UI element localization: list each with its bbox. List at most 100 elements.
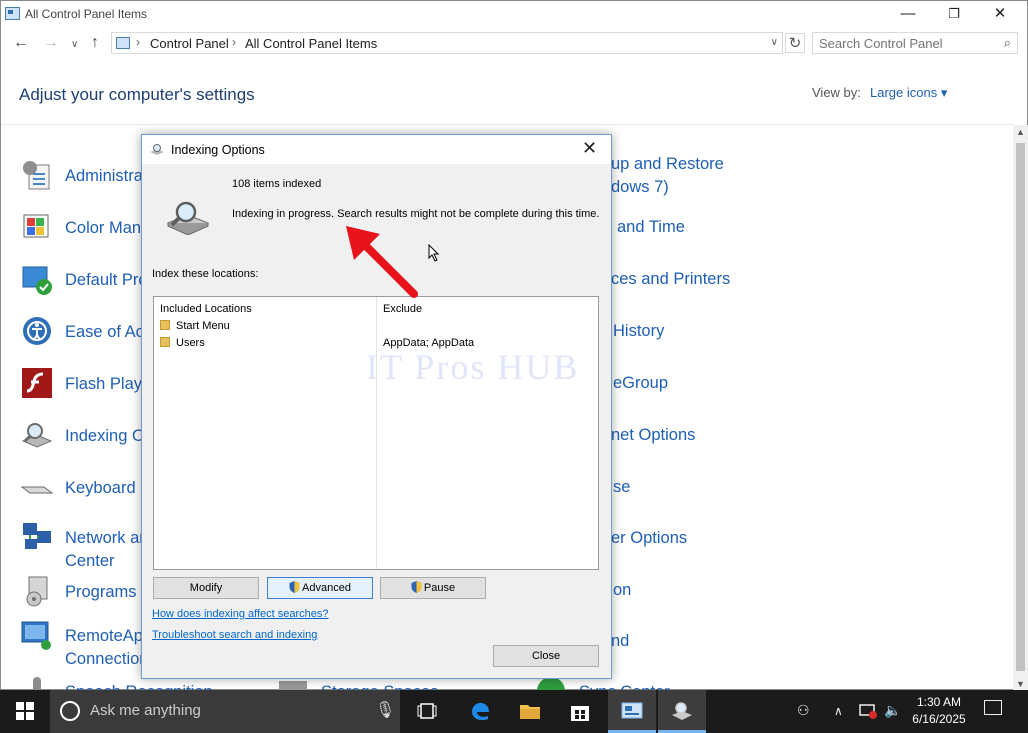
microphone-icon xyxy=(33,677,41,691)
close-icon[interactable]: ✕ xyxy=(582,138,597,159)
edge-icon xyxy=(472,702,489,721)
search-input[interactable] xyxy=(819,35,989,51)
cortana-icon[interactable] xyxy=(60,701,80,721)
address-bar[interactable]: › Control Panel › All Control Panel Item… xyxy=(111,32,783,54)
item-label[interactable]: Flash Playe xyxy=(65,373,151,396)
advanced-button[interactable]: Advanced xyxy=(267,577,373,599)
dialog-title: Indexing Options xyxy=(171,143,265,157)
search-box[interactable]: ⌕ xyxy=(812,32,1018,54)
scroll-up-arrow-icon[interactable]: ▲ xyxy=(1016,127,1025,137)
page-heading: Adjust your computer's settings xyxy=(19,85,255,104)
breadcrumb-separator-icon[interactable]: › xyxy=(136,35,140,49)
modify-button[interactable]: Modify xyxy=(153,577,259,599)
refresh-icon[interactable]: ↻ xyxy=(785,33,805,53)
close-button[interactable]: Close xyxy=(493,645,599,667)
chevron-down-icon[interactable]: ∨ xyxy=(771,37,778,48)
scroll-down-arrow-icon[interactable]: ▼ xyxy=(1016,679,1025,689)
taskbar-search-box[interactable]: Ask me anything 🎙 xyxy=(50,690,400,733)
color-management-icon xyxy=(23,214,49,238)
item-label-line-1[interactable]: RemoteAp xyxy=(65,625,143,648)
item-label[interactable]: Keyboard xyxy=(65,477,136,500)
search-icon[interactable]: ⌕ xyxy=(1004,35,1011,51)
item-label-devices-and-printers[interactable]: ces and Printers xyxy=(611,268,730,291)
locations-label: Index these locations: xyxy=(152,268,259,280)
item-label-backup-restore[interactable]: up and Restore xyxy=(611,153,724,176)
back-arrow-icon[interactable]: ← xyxy=(13,34,29,52)
item-label[interactable]: Programs a xyxy=(65,581,150,604)
taskbar-search-placeholder[interactable]: Ask me anything xyxy=(90,702,201,719)
volume-icon[interactable]: 🔈 xyxy=(884,702,901,719)
windows-start-icon[interactable] xyxy=(16,702,34,720)
item-label-internet-options[interactable]: net Options xyxy=(611,424,695,447)
microphone-icon[interactable]: 🎙 xyxy=(375,700,395,720)
item-label-recovery[interactable]: on xyxy=(613,579,631,602)
item-label-homegroup[interactable]: eGroup xyxy=(613,372,668,395)
item-label[interactable]: Color Mana xyxy=(65,217,150,240)
item-label-file-history[interactable]: History xyxy=(613,320,664,343)
system-clock[interactable]: 1:30 AM 6/16/2025 xyxy=(908,694,970,728)
forward-arrow-icon[interactable]: → xyxy=(43,34,59,52)
troubleshoot-search-link[interactable]: Troubleshoot search and indexing xyxy=(152,629,317,641)
task-view-button[interactable] xyxy=(403,690,451,733)
item-label-mouse[interactable]: se xyxy=(613,476,630,499)
table-row[interactable]: Users xyxy=(160,337,205,349)
watermark: IT Pros HUB xyxy=(366,347,580,387)
item-label-line-1[interactable]: Network ar xyxy=(65,527,145,550)
action-center-icon[interactable] xyxy=(984,700,1002,715)
close-window-button[interactable]: ✕ xyxy=(977,3,1023,27)
network-status-icon[interactable] xyxy=(859,703,877,719)
view-by-label: View by: xyxy=(812,85,861,100)
item-label[interactable]: Default Pro xyxy=(65,269,148,292)
table-row[interactable]: Start Menu xyxy=(160,320,230,332)
keyboard-icon xyxy=(21,486,53,494)
indexing-options-icon xyxy=(672,702,692,720)
item-label-date-and-time[interactable]: and Time xyxy=(617,216,685,239)
control-panel-taskbar-button[interactable] xyxy=(608,690,656,733)
edge-taskbar-button[interactable] xyxy=(456,690,504,733)
how-indexing-affects-searches-link[interactable]: How does indexing affect searches? xyxy=(152,608,329,620)
pause-button[interactable]: Pause xyxy=(380,577,486,599)
minimize-button[interactable]: — xyxy=(885,3,931,27)
breadcrumb-control-panel[interactable]: Control Panel xyxy=(150,36,229,51)
folder-icon xyxy=(520,705,540,719)
store-taskbar-button[interactable] xyxy=(556,690,604,733)
item-label-sound[interactable]: nd xyxy=(611,630,629,653)
item-label-line-2[interactable]: Center xyxy=(65,550,115,573)
breadcrumb-all-items[interactable]: All Control Panel Items xyxy=(245,36,377,51)
scrollbar-thumb[interactable] xyxy=(1016,143,1025,671)
uac-shield-icon xyxy=(411,581,422,593)
ease-of-access-icon xyxy=(23,317,51,345)
items-indexed-count: 108 items indexed xyxy=(232,178,322,190)
column-header-included[interactable]: Included Locations xyxy=(160,303,252,315)
people-icon[interactable]: ⚇ xyxy=(797,702,810,719)
control-panel-icon xyxy=(621,702,643,719)
item-label[interactable]: Ease of Acc xyxy=(65,321,152,344)
item-label[interactable]: Administra xyxy=(65,165,143,188)
maximize-button[interactable]: ❐ xyxy=(931,3,977,27)
file-explorer-taskbar-button[interactable] xyxy=(506,690,554,733)
show-hidden-icons-chevron-icon[interactable]: ∧ xyxy=(834,704,843,718)
locations-table[interactable]: Included Locations Exclude Start Menu Us… xyxy=(153,296,599,570)
vertical-scrollbar[interactable]: ▲ ▼ xyxy=(1013,125,1028,691)
item-label-power-options[interactable]: er Options xyxy=(611,527,687,550)
window-titlebar[interactable]: All Control Panel Items — ❐ ✕ xyxy=(1,1,1027,29)
view-by-dropdown[interactable]: Large icons ▾ xyxy=(870,85,947,101)
up-arrow-icon[interactable]: ↑ xyxy=(91,34,99,52)
folder-icon xyxy=(160,320,170,330)
recent-locations-chevron-icon[interactable]: ∨ xyxy=(71,39,78,50)
indexing-options-icon xyxy=(21,423,53,448)
item-label-line-2[interactable]: Connection xyxy=(65,648,148,671)
item-label[interactable]: Indexing O xyxy=(65,425,145,448)
column-header-exclude[interactable]: Exclude xyxy=(383,303,422,315)
breadcrumb-separator-icon[interactable]: › xyxy=(232,35,236,49)
item-label-backup-restore-line2[interactable]: dows 7) xyxy=(611,176,669,199)
navigation-bar: ← → ∨ ↑ › Control Panel › All Control Pa… xyxy=(1,30,1027,58)
programs-and-features-icon xyxy=(26,576,48,607)
location-name: Start Menu xyxy=(176,320,230,332)
remoteapp-icon xyxy=(21,621,51,650)
indexing-options-taskbar-button[interactable] xyxy=(658,690,706,733)
dialog-titlebar[interactable]: Indexing Options ✕ xyxy=(142,135,611,164)
store-icon xyxy=(571,706,589,721)
clock-time: 1:30 AM xyxy=(916,695,962,709)
location-name: Users xyxy=(176,337,205,349)
